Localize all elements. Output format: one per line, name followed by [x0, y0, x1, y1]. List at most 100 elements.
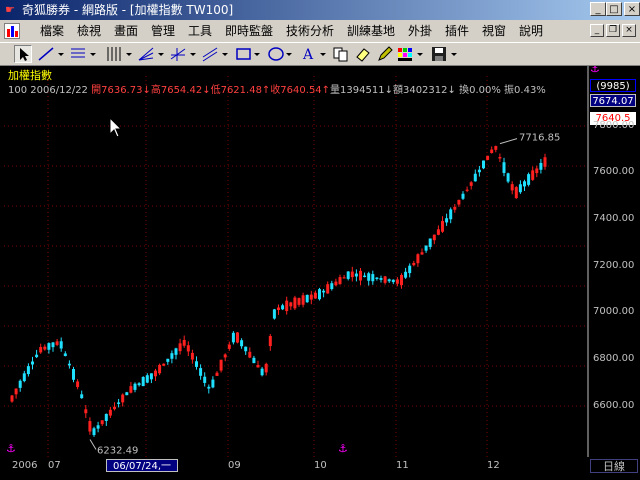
candle-body: [154, 370, 157, 377]
candle-body: [84, 409, 88, 414]
event-marker-icon: ⚓: [6, 442, 16, 455]
candle-body: [272, 309, 276, 319]
rectangle-tool-icon[interactable]: [234, 45, 262, 63]
menu-window[interactable]: 視窗: [482, 23, 506, 39]
candle-body: [43, 346, 47, 350]
candle-body: [539, 162, 543, 170]
menu-plugin[interactable]: 外掛: [408, 23, 432, 39]
candle-body: [72, 369, 75, 380]
candle-body: [330, 283, 334, 290]
candle-body: [379, 278, 383, 280]
candle-body: [416, 254, 420, 264]
menu-monitor[interactable]: 即時監盤: [225, 23, 273, 39]
candle-body: [26, 366, 30, 375]
candle-body: [252, 357, 256, 364]
gann-lines-icon[interactable]: [168, 45, 198, 63]
save-icon[interactable]: [430, 45, 460, 63]
candle-body: [67, 363, 71, 366]
chart-canvas[interactable]: 7716.85 6232.49 ⚓ ⚓ ⚓: [0, 66, 640, 457]
menu-tools[interactable]: 工具: [188, 23, 212, 39]
candle-body: [465, 189, 469, 191]
candle-body: [490, 149, 494, 154]
candle-body: [211, 379, 215, 388]
mdi-minimize-button[interactable]: _: [590, 24, 604, 37]
eraser-icon[interactable]: [354, 45, 372, 63]
candle-body: [207, 386, 211, 389]
low-price-label: 6232.49: [97, 446, 138, 457]
mdi-close-button[interactable]: ×: [622, 24, 636, 37]
candle-body: [129, 386, 133, 393]
candle-body: [404, 271, 408, 278]
menu-view[interactable]: 檢視: [77, 23, 101, 39]
candlestick-chart[interactable]: 7716.85 6232.49 ⚓ ⚓ ⚓ 加權指數 100 2006/12/22 開7…: [0, 66, 640, 466]
candle-body: [277, 307, 280, 311]
text-tool-icon[interactable]: A: [300, 45, 328, 63]
pencil-icon[interactable]: [376, 45, 394, 63]
candle-body: [141, 376, 145, 387]
candle-body: [363, 275, 367, 278]
candle-body: [215, 372, 219, 376]
maximize-button[interactable]: □: [606, 2, 622, 16]
candle-body: [432, 234, 436, 241]
candle-body: [59, 341, 63, 349]
quote-close: 收7640.54↑: [270, 85, 331, 96]
candle-body: [506, 173, 510, 182]
ellipse-tool-icon[interactable]: [266, 45, 294, 63]
candle-body: [88, 421, 92, 432]
app-icon[interactable]: ☛: [3, 3, 17, 17]
candle-body: [104, 413, 108, 421]
channel-tool-icon[interactable]: [200, 45, 230, 63]
y-tick-label: 6800.00: [593, 353, 635, 364]
color-palette-icon[interactable]: [396, 45, 426, 63]
menu-manage[interactable]: 管理: [151, 23, 175, 39]
candle-body: [174, 348, 178, 355]
candle-body: [195, 361, 198, 367]
close-button[interactable]: ×: [624, 2, 640, 16]
quote-volume: 量1394511↓: [330, 85, 393, 96]
line-tool-icon[interactable]: [36, 45, 66, 63]
high-price-label: 7716.85: [519, 133, 560, 144]
window-title: 奇狐勝券 - 網路版 - [加權指數 TW100]: [22, 3, 234, 17]
menu-addon[interactable]: 插件: [445, 23, 469, 39]
candle-body: [231, 332, 235, 343]
mdi-restore-button[interactable]: ❐: [606, 24, 620, 37]
candle-body: [227, 344, 231, 349]
candle-body: [395, 279, 399, 284]
cursor-date-box: 06/07/24,一: [106, 459, 178, 472]
menu-technical[interactable]: 技術分析: [286, 23, 334, 39]
candle-body: [518, 184, 522, 193]
y-tick-label: 7600.00: [593, 166, 635, 177]
candle-body: [412, 262, 416, 266]
ray-tool-icon[interactable]: [68, 45, 98, 63]
quote-low: 低7621.48↑: [210, 85, 271, 96]
candle-body: [149, 373, 153, 380]
candle-body: [125, 392, 129, 396]
menu-screen[interactable]: 畫面: [114, 23, 138, 39]
copy-tool-icon[interactable]: [332, 45, 350, 63]
candle-body: [244, 346, 248, 352]
candle-body: [531, 170, 535, 180]
quote-info: 100 2006/12/22 開7636.73↓高7654.42↓低7621.4…: [8, 81, 546, 96]
chart-logo-icon[interactable]: [4, 23, 20, 39]
pointer-icon[interactable]: [14, 45, 32, 63]
candle-body: [35, 354, 39, 358]
vertical-lines-icon[interactable]: [104, 45, 134, 63]
y-tick-label: 7000.00: [593, 306, 635, 317]
candle-body: [543, 157, 547, 167]
candle-body: [80, 394, 84, 399]
y-scale-box[interactable]: (9985): [590, 79, 636, 92]
minimize-button[interactable]: _: [590, 2, 606, 16]
menu-file[interactable]: 檔案: [40, 23, 64, 39]
x-tick-label: 12: [487, 460, 500, 471]
candle-body: [223, 354, 227, 358]
candle-body: [371, 274, 375, 282]
candle-body: [76, 381, 80, 388]
period-mode-button[interactable]: 日線: [590, 459, 638, 473]
x-tick-label: 11: [396, 460, 409, 471]
fan-lines-icon[interactable]: [136, 45, 166, 63]
menu-training[interactable]: 訓練基地: [347, 23, 395, 39]
quote-period: 100: [8, 85, 28, 96]
quote-open: 開7636.73↓: [91, 85, 151, 96]
menu-help[interactable]: 說明: [519, 23, 543, 39]
drawing-toolbar: A: [0, 42, 640, 66]
